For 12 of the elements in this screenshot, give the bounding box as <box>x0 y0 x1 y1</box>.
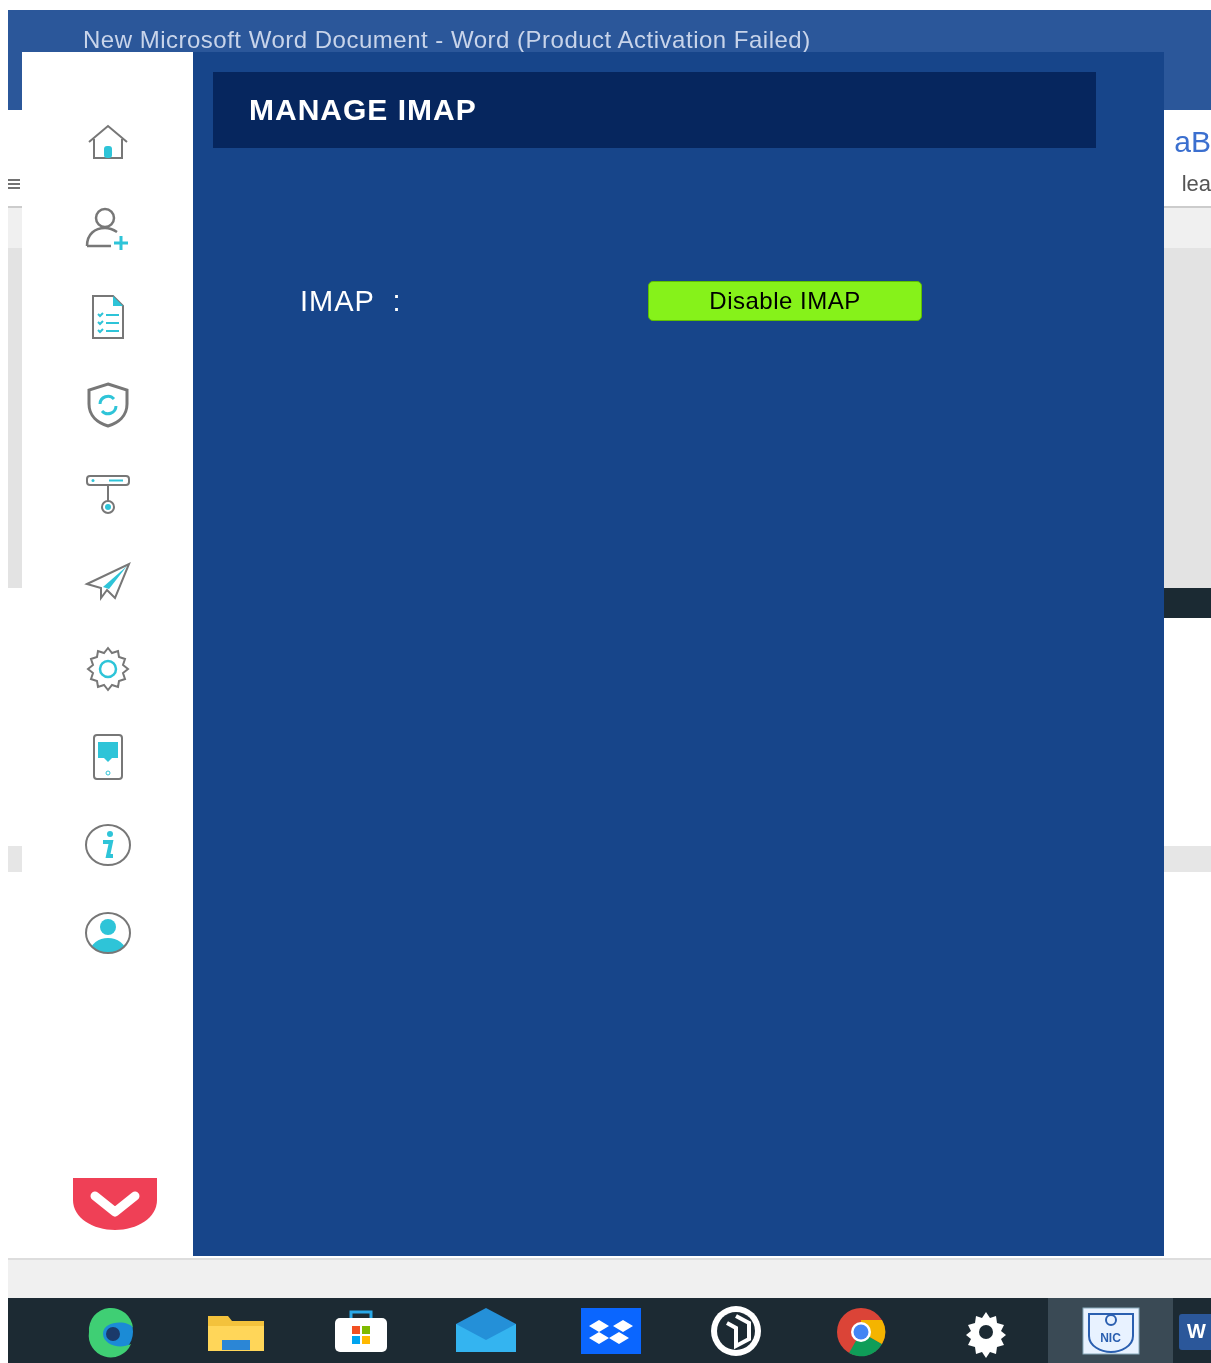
icon-label: NIC <box>1100 1331 1121 1345</box>
status-bar <box>1164 588 1211 618</box>
panel-title: MANAGE IMAP <box>213 72 1096 148</box>
menu-icon[interactable] <box>8 178 20 190</box>
disable-imap-button[interactable]: Disable IMAP <box>648 281 922 321</box>
taskbar-button[interactable]: W <box>1173 1298 1211 1363</box>
taskbar-button[interactable]: NIC <box>1048 1298 1173 1363</box>
icon-label: W <box>1187 1320 1206 1343</box>
pocket-icon[interactable] <box>70 1176 159 1232</box>
style-preview[interactable]: aB <box>1174 125 1211 159</box>
style-name: lea <box>1181 171 1211 197</box>
field-label: IMAP : <box>300 284 403 318</box>
